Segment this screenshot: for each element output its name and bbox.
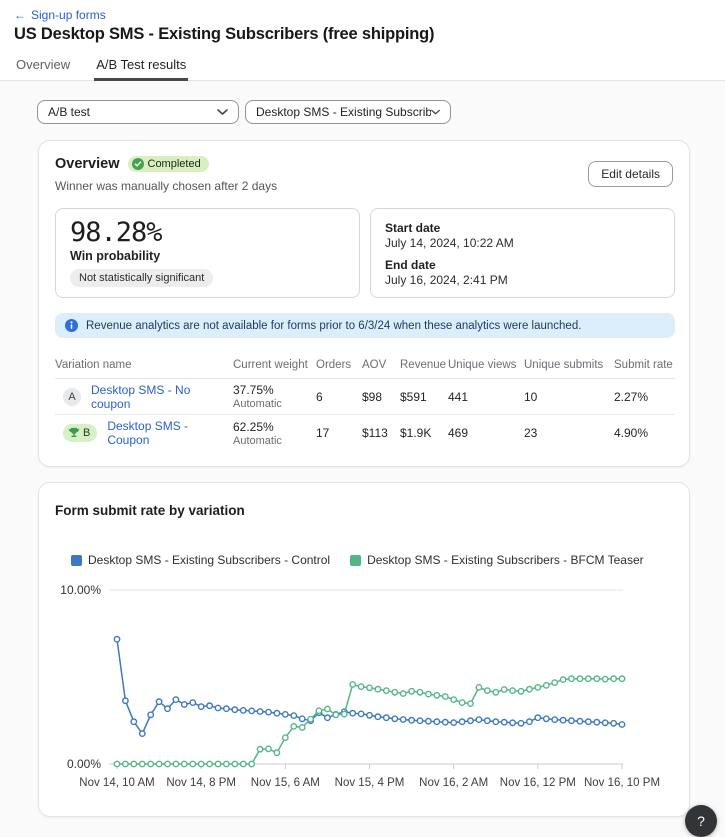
submit-rate-chart-card: Form submit rate by variation Desktop SM… [38, 482, 690, 817]
chevron-down-icon [431, 109, 440, 116]
legend-swatch-control [71, 555, 82, 566]
svg-text:Nov 16, 10 PM: Nov 16, 10 PM [584, 777, 660, 789]
page-header: ← Sign-up forms US Desktop SMS - Existin… [0, 0, 725, 81]
tab-overview[interactable]: Overview [14, 51, 72, 81]
variation-table-header: Variation name Current weight Orders AOV… [55, 359, 675, 379]
trophy-icon [68, 427, 80, 439]
col-orders: Orders [316, 359, 362, 371]
variation-b-unique-views: 469 [448, 426, 524, 440]
variation-b-unique-submits: 23 [524, 426, 614, 440]
svg-text:Nov 15, 6 AM: Nov 15, 6 AM [251, 777, 320, 789]
variation-a-link[interactable]: Desktop SMS - No coupon [91, 383, 233, 411]
ab-test-select-value: A/B test [48, 105, 90, 119]
table-row-variation-b: B Desktop SMS - Coupon 62.25% Automatic … [55, 415, 675, 451]
table-row-variation-a: A Desktop SMS - No coupon 37.75% Automat… [55, 379, 675, 415]
help-icon: ? [697, 813, 705, 829]
chevron-down-icon [217, 109, 228, 116]
chart-title: Form submit rate by variation [55, 503, 245, 518]
variation-a-revenue: $591 [400, 390, 448, 404]
status-badge-label: Completed [148, 158, 201, 170]
tab-ab-test-results[interactable]: A/B Test results [94, 51, 188, 81]
col-variation-name: Variation name [55, 359, 233, 371]
info-banner: Revenue analytics are not available for … [55, 313, 675, 338]
col-submit-rate: Submit rate [614, 359, 675, 371]
col-unique-views: Unique views [448, 359, 524, 371]
variation-table: Variation name Current weight Orders AOV… [55, 359, 675, 451]
chart-legend: Desktop SMS - Existing Subscribers - Con… [71, 553, 644, 567]
variation-a-orders: 6 [316, 390, 362, 404]
legend-swatch-bfcm-teaser [350, 555, 361, 566]
win-probability-box: 98.28% Win probability Not statistically… [55, 208, 360, 298]
status-badge: Completed [128, 156, 209, 172]
col-current-weight: Current weight [233, 359, 316, 371]
variation-b-weight: 62.25% [233, 420, 316, 434]
tab-bar: Overview A/B Test results [14, 51, 188, 81]
svg-text:0.00%: 0.00% [67, 757, 101, 771]
variation-a-weight: 37.75% [233, 383, 316, 397]
variation-b-aov: $113 [362, 426, 400, 440]
variation-a-unique-submits: 10 [524, 390, 614, 404]
check-circle-icon [132, 158, 144, 170]
variation-b-submit-rate: 4.90% [614, 426, 675, 440]
winner-subtitle: Winner was manually chosen after 2 days [55, 179, 277, 193]
svg-text:Nov 14, 10 AM: Nov 14, 10 AM [79, 777, 154, 789]
legend-label-control: Desktop SMS - Existing Subscribers - Con… [88, 553, 330, 567]
overview-heading: Overview [55, 156, 120, 172]
variation-b-weight-mode: Automatic [233, 435, 316, 447]
info-icon [65, 319, 78, 332]
win-probability-value: 98.28% [70, 218, 345, 248]
form-select-value: Desktop SMS - Existing Subscribers T... [256, 105, 431, 119]
variation-a-weight-mode: Automatic [233, 398, 316, 410]
variation-a-aov: $98 [362, 390, 400, 404]
variation-b-badge: B [83, 427, 90, 439]
submit-rate-line-chart[interactable]: 0.00% 10.00% Nov 14, 10 AM Nov 14, 8 PM Nov … [39, 578, 691, 798]
form-select[interactable]: Desktop SMS - Existing Subscribers T... [245, 100, 451, 124]
variation-b-orders: 17 [316, 426, 362, 440]
dates-box: Start date July 14, 2024, 10:22 AM End d… [370, 208, 675, 298]
variation-b-revenue: $1.9K [400, 426, 448, 440]
ab-test-select[interactable]: A/B test [37, 100, 239, 124]
legend-item-control[interactable]: Desktop SMS - Existing Subscribers - Con… [71, 553, 330, 567]
back-arrow-icon: ← [14, 8, 26, 22]
win-probability-label: Win probability [70, 249, 345, 263]
edit-details-button[interactable]: Edit details [588, 161, 673, 187]
legend-item-bfcm-teaser[interactable]: Desktop SMS - Existing Subscribers - BFC… [350, 553, 644, 567]
svg-text:10.00%: 10.00% [60, 583, 101, 597]
end-date-value: July 16, 2024, 2:41 PM [385, 273, 660, 287]
variation-b-link[interactable]: Desktop SMS - Coupon [107, 419, 233, 447]
svg-text:Nov 14, 8 PM: Nov 14, 8 PM [166, 777, 236, 789]
overview-card: Overview Completed Winner was manually c… [38, 140, 690, 467]
start-date-label: Start date [385, 221, 660, 235]
col-revenue: Revenue [400, 359, 448, 371]
end-date-label: End date [385, 258, 660, 272]
variation-a-badge: A [63, 388, 81, 406]
col-unique-submits: Unique submits [524, 359, 614, 371]
info-banner-text: Revenue analytics are not available for … [86, 320, 581, 332]
variation-a-unique-views: 441 [448, 390, 524, 404]
svg-text:Nov 16, 12 PM: Nov 16, 12 PM [500, 777, 576, 789]
svg-text:Nov 15, 4 PM: Nov 15, 4 PM [335, 777, 405, 789]
help-button[interactable]: ? [685, 805, 717, 837]
svg-text:Nov 16, 2 AM: Nov 16, 2 AM [419, 777, 488, 789]
back-link[interactable]: ← Sign-up forms [14, 8, 106, 22]
page-title: US Desktop SMS - Existing Subscribers (f… [14, 25, 434, 44]
back-link-label: Sign-up forms [31, 8, 106, 22]
col-aov: AOV [362, 359, 400, 371]
significance-badge: Not statistically significant [70, 269, 213, 287]
start-date-value: July 14, 2024, 10:22 AM [385, 236, 660, 250]
variation-b-winner-badge: B [63, 424, 97, 442]
variation-a-submit-rate: 2.27% [614, 390, 675, 404]
legend-label-bfcm-teaser: Desktop SMS - Existing Subscribers - BFC… [367, 553, 644, 567]
